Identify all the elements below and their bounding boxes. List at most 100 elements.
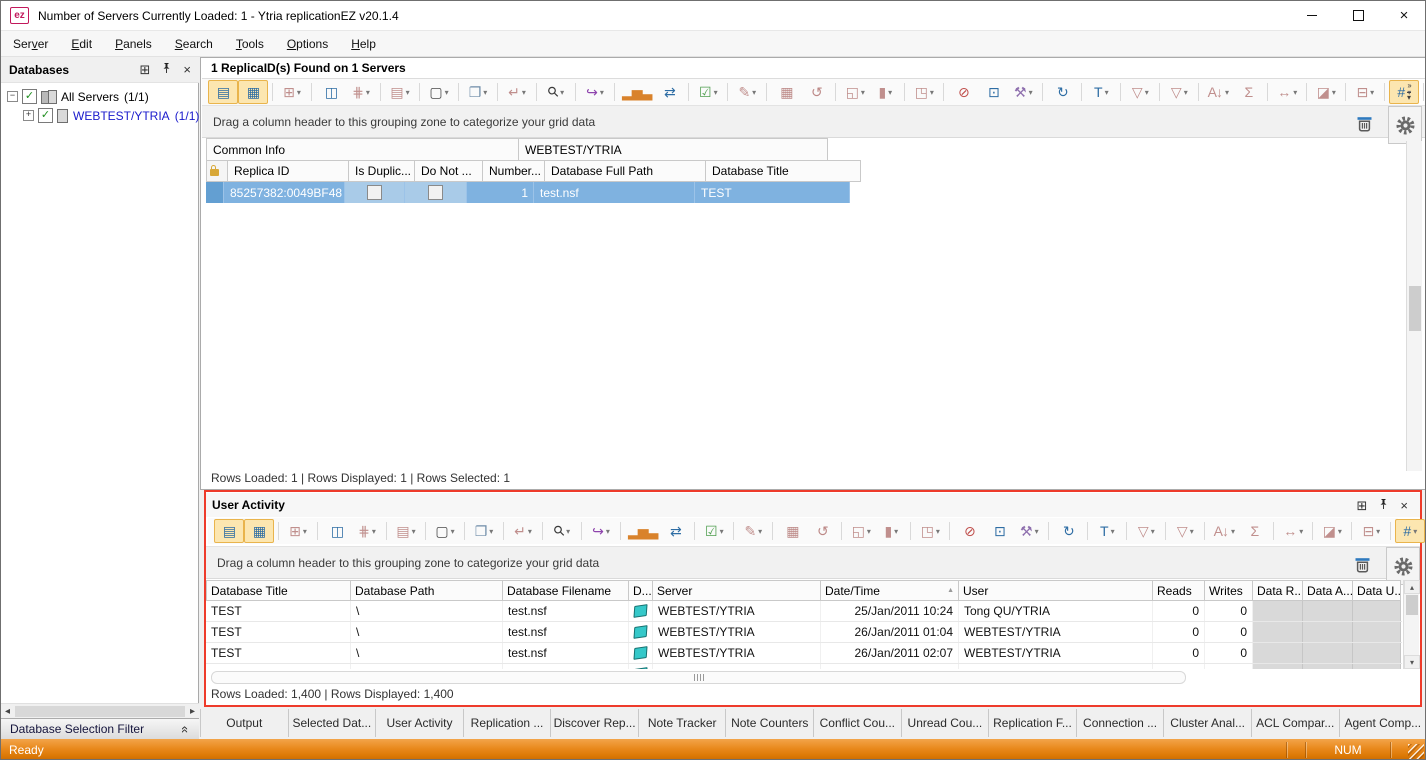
scrollbar-thumb[interactable] [1409,286,1421,331]
check-actions-button[interactable]: ☑▾ [699,519,729,543]
ua-cell-writes[interactable]: 0 [1205,601,1253,621]
scroll-left-icon[interactable]: ◂ [1,704,14,719]
database-full-path-cell[interactable]: test.nsf [534,182,695,203]
menu-options[interactable]: Options [287,37,328,51]
ua-table-row[interactable]: TEST\test.nsfWEBTEST/YTRIA26/Jan/2011 02… [206,643,1402,664]
ua-cell-data-added[interactable] [1303,664,1353,669]
filter-by-selection-button[interactable]: ▽▾ [1164,80,1194,104]
column-header-number[interactable]: Number... [483,160,545,182]
close-panel-icon[interactable]: × [183,62,191,77]
column-stats-button[interactable]: ▮▾ [870,80,900,104]
ua-cell-server[interactable]: WEBTEST/YTRIA [653,664,821,669]
menu-panels[interactable]: Panels [115,37,152,51]
ua-cell-db-icon[interactable] [629,643,653,663]
ua-column-header-server[interactable]: Server [653,580,821,601]
ua-cell-data-read[interactable] [1253,601,1303,621]
tab-replication[interactable]: Replication ... [464,709,552,737]
scroll-down-icon[interactable]: ▾ [1404,655,1420,669]
ua-cell-reads[interactable]: 0 [1153,664,1205,669]
sum-rows-button[interactable]: Σ [1239,519,1269,543]
ua-column-header-db-icon[interactable]: D... [629,580,653,601]
filter-by-text-button[interactable]: ▽▾ [1125,80,1155,104]
do-not-checkbox[interactable] [428,185,443,200]
ua-cell-database-title[interactable]: TEST [206,601,351,621]
menu-search[interactable]: Search [175,37,213,51]
replica-row-selected[interactable]: 85257382:0049BF48 1 test.nsf TEST [206,182,850,203]
edit-values-button[interactable]: ✎▾ [738,519,768,543]
ua-cell-database-filename[interactable]: test.nsf [503,622,629,642]
ua-cell-data-updated[interactable] [1353,622,1401,642]
ua-cell-reads[interactable]: 0 [1153,601,1205,621]
grid-dashed-button[interactable]: ▦ [777,519,807,543]
menu-tools[interactable]: Tools [236,37,264,51]
ua-column-header-database-title[interactable]: Database Title [206,580,351,601]
expand-panel-icon[interactable]: ⊞ [140,63,151,76]
band-webtest-ytria[interactable]: WEBTEST/YTRIA [519,138,828,160]
cell-frame-button[interactable]: ◳▾ [915,519,945,543]
text-columns-button[interactable]: T▾ [1092,519,1122,543]
ua-cell-database-title[interactable]: TEST [206,643,351,663]
ua-cell-reads[interactable]: 0 [1153,643,1205,663]
grid-window-button[interactable]: ⊡ [978,80,1008,104]
all-servers-checkbox[interactable]: ✓ [22,89,37,104]
collapse-chevron-icon[interactable]: « [178,725,193,732]
ua-cell-user[interactable]: WEBTEST/YTRIA [959,664,1153,669]
minimize-button[interactable] [1289,1,1335,30]
menu-help[interactable]: Help [351,37,376,51]
trash-button[interactable] [1352,553,1372,575]
ua-cell-server[interactable]: WEBTEST/YTRIA [653,643,821,663]
ua-column-header-data-added[interactable]: Data A... [1303,580,1353,601]
filter-by-selection-button[interactable]: ▽▾ [1170,519,1200,543]
grid-window-button[interactable]: ⊡ [984,519,1014,543]
tab-output[interactable]: Output [200,709,289,737]
tab-unread-cou[interactable]: Unread Cou... [902,709,990,737]
no-auto-refresh-button[interactable]: ↻ [1047,80,1077,104]
ua-cell-date-time[interactable]: 26/Jan/2011 01:04 [821,622,959,642]
column-header-is-duplicate[interactable]: Is Duplic... [349,160,415,182]
cell-style-button[interactable]: ◪▾ [1311,80,1341,104]
toolbar-overflow-button[interactable]: ›› ▾ [1407,82,1411,102]
is-duplicate-cell[interactable] [345,182,405,203]
ua-column-header-date-time[interactable]: Date/Time▲ [821,580,959,601]
ua-cell-writes[interactable]: 0 [1205,664,1253,669]
expand-expander-icon[interactable]: + [23,110,34,121]
ua-cell-data-updated[interactable] [1353,601,1401,621]
view-row-layout-button[interactable]: ▤ [208,80,238,104]
column-header-database-full-path[interactable]: Database Full Path [545,160,706,182]
database-selection-filter-bar[interactable]: Database Selection Filter « [1,718,199,739]
sum-rows-button[interactable]: Σ [1233,80,1263,104]
filter-by-text-button[interactable]: ▽▾ [1131,519,1161,543]
insert-column-button[interactable]: ⊟▾ [1350,80,1380,104]
ua-cell-database-title[interactable]: TEST [206,664,351,669]
ua-cell-db-icon[interactable] [629,622,653,642]
number-format-button[interactable]: #▾ [1389,80,1419,104]
ua-column-header-user[interactable]: User [959,580,1153,601]
chart-button[interactable]: ▂▅▃ [625,519,660,543]
ua-column-header-data-read[interactable]: Data R... [1253,580,1303,601]
sort-az-button[interactable]: A↓▾ [1203,80,1233,104]
tab-replication-f[interactable]: Replication F... [989,709,1077,737]
export-button[interactable]: ↪▾ [586,519,616,543]
ua-table-row[interactable]: TEST\test.nsfWEBTEST/YTRIA26/Jan/2011 01… [206,622,1402,643]
row-details-button[interactable]: ▤▾ [391,519,421,543]
scroll-right-icon[interactable]: ▸ [186,704,199,719]
menu-server[interactable]: Server [13,37,48,51]
ua-cell-database-path[interactable]: \ [351,622,503,642]
tab-agent-comp[interactable]: Agent Comp... [1340,709,1426,737]
lock-column-header[interactable] [206,160,228,182]
ua-cell-server[interactable]: WEBTEST/YTRIA [653,622,821,642]
column-header-database-title[interactable]: Database Title [706,160,861,182]
no-auto-refresh-button[interactable]: ↻ [1053,519,1083,543]
maximize-button[interactable] [1335,1,1381,30]
ua-cell-data-updated[interactable] [1353,664,1401,669]
ua-cell-database-filename[interactable]: test.nsf [503,643,629,663]
user-activity-vertical-scrollbar[interactable]: ▴ ▾ [1403,580,1419,669]
ua-cell-db-icon[interactable] [629,664,653,669]
close-button[interactable]: × [1381,1,1426,30]
cell-style-button[interactable]: ◪▾ [1317,519,1347,543]
tab-discover-rep[interactable]: Discover Rep... [551,709,639,737]
selection-mode-button[interactable]: ▢▾ [424,80,454,104]
ua-column-header-database-filename[interactable]: Database Filename [503,580,629,601]
ua-cell-database-path[interactable]: \ [351,664,503,669]
ua-column-header-reads[interactable]: Reads [1153,580,1205,601]
